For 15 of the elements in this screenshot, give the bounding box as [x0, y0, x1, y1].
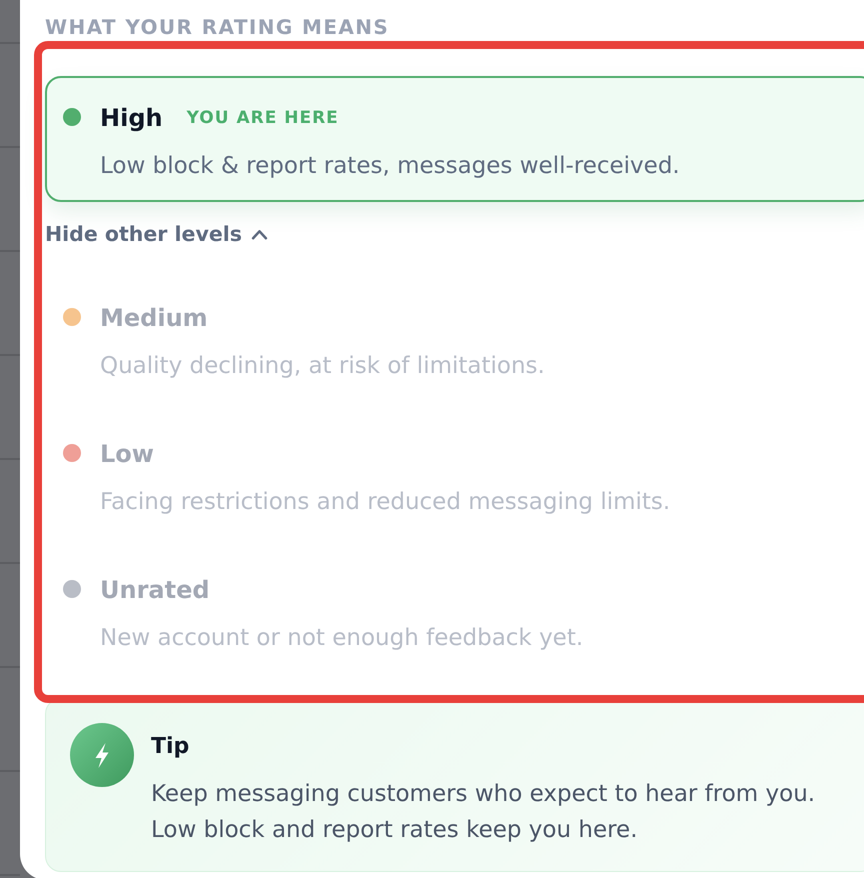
level-name: Unrated	[100, 575, 210, 606]
level-description: New account or not enough feedback yet.	[100, 624, 584, 653]
level-description: Quality declining, at risk of limitations.	[100, 352, 545, 381]
lightning-icon	[70, 723, 134, 787]
level-description: Facing restrictions and reduced messaging limits.	[100, 488, 670, 517]
level-name: Medium	[100, 303, 208, 334]
level-name: Low	[100, 439, 154, 470]
chevron-up-icon	[250, 228, 268, 240]
toggle-levels-button[interactable]: Hide other levels	[45, 220, 268, 248]
level-description: Low block & report rates, messages well-received.	[100, 152, 680, 181]
tip-title: Tip	[151, 733, 190, 761]
level-name: High	[100, 103, 163, 134]
tip-text: Keep messaging customers who expect to hear from you. Low block and report rates keep you here.	[151, 780, 816, 845]
current-level-label: YOU ARE HERE	[186, 107, 339, 129]
section-heading: WHAT YOUR RATING MEANS	[45, 17, 390, 37]
